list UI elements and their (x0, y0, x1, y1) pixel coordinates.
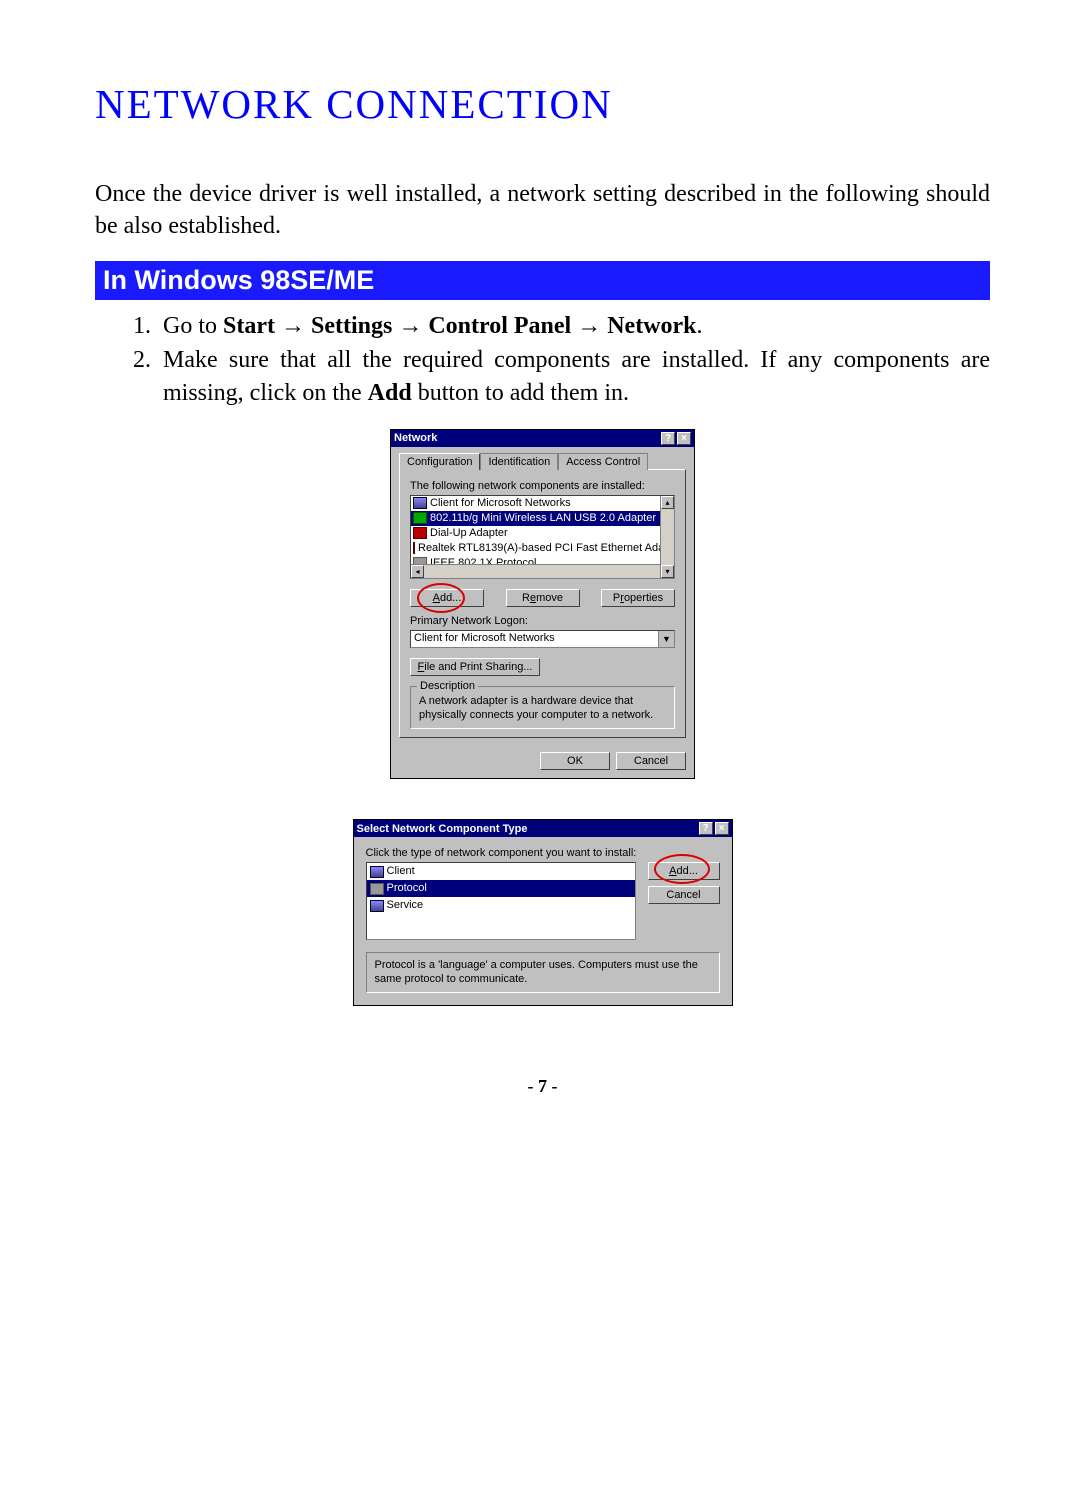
ok-button[interactable]: OK (540, 752, 610, 770)
network-dialog-titlebar: Network ? × (391, 430, 694, 447)
list-item[interactable]: Client (367, 863, 635, 880)
list-item-label: 802.11b/g Mini Wireless LAN USB 2.0 Adap… (430, 511, 656, 526)
dialog-footer: OK Cancel (391, 746, 694, 778)
select-component-prompt: Click the type of network component you … (366, 847, 720, 859)
help-icon[interactable]: ? (699, 822, 713, 835)
select-component-dialog: Select Network Component Type ? × Click … (353, 819, 733, 1005)
page-title: NETWORK CONNECTION (95, 80, 990, 128)
select-component-title: Select Network Component Type (357, 823, 697, 835)
list-item-label: Client for Microsoft Networks (430, 496, 571, 511)
list-item[interactable]: Protocol (367, 880, 635, 897)
list-item-label: Client (387, 863, 415, 880)
scrollbar-vertical[interactable]: ▴▾ (660, 496, 674, 578)
add-button[interactable]: Add... (410, 589, 484, 607)
step-2-add-word: Add (368, 380, 412, 406)
cancel-button[interactable]: Cancel (616, 752, 686, 770)
tab-access-control[interactable]: Access Control (558, 453, 648, 470)
list-item-label: Protocol (387, 880, 427, 897)
tabs: Configuration Identification Access Cont… (399, 453, 686, 470)
component-type-listbox[interactable]: Client Protocol Service (366, 862, 636, 940)
list-item[interactable]: Service (367, 897, 635, 914)
list-item-label: Service (387, 897, 424, 914)
list-item-label: Realtek RTL8139(A)-based PCI Fast Ethern… (418, 541, 675, 556)
adapter-icon (413, 512, 427, 524)
step-1-path: Start → Settings → Control Panel → Netwo… (223, 313, 697, 339)
components-label: The following network components are ins… (410, 480, 675, 492)
client-icon (370, 866, 384, 878)
list-item[interactable]: Realtek RTL8139(A)-based PCI Fast Ethern… (411, 541, 674, 556)
help-icon[interactable]: ? (661, 432, 675, 445)
primary-logon-value: Client for Microsoft Networks (411, 631, 658, 647)
adapter-icon (413, 542, 415, 554)
remove-button[interactable]: Remove (506, 589, 580, 607)
primary-logon-label: Primary Network Logon: (410, 615, 675, 627)
tab-configuration[interactable]: Configuration (399, 453, 480, 470)
tab-pane: The following network components are ins… (399, 469, 686, 739)
list-item[interactable]: Client for Microsoft Networks (411, 496, 674, 511)
select-component-titlebar: Select Network Component Type ? × (354, 820, 732, 837)
close-icon[interactable]: × (677, 432, 691, 445)
primary-logon-dropdown[interactable]: Client for Microsoft Networks ▼ (410, 630, 675, 648)
network-dialog: Network ? × Configuration Identification… (390, 429, 695, 780)
properties-button[interactable]: Properties (601, 589, 675, 607)
add-button-rest: dd... (440, 592, 461, 604)
step-1-prefix: Go to (163, 313, 223, 339)
add-button[interactable]: Add... (648, 862, 720, 880)
description-label: Description (417, 680, 478, 692)
list-item[interactable]: Dial-Up Adapter (411, 526, 674, 541)
intro-paragraph: Once the device driver is well installed… (95, 178, 990, 243)
step-1-suffix: . (697, 313, 703, 339)
close-icon[interactable]: × (715, 822, 729, 835)
step-2-c: button to add them in. (412, 380, 629, 406)
adapter-icon (413, 527, 427, 539)
chevron-down-icon[interactable]: ▼ (658, 631, 674, 647)
list-item[interactable]: 802.11b/g Mini Wireless LAN USB 2.0 Adap… (411, 511, 674, 526)
components-listbox[interactable]: Client for Microsoft Networks 802.11b/g … (410, 495, 675, 579)
service-icon (370, 900, 384, 912)
file-print-sharing-button[interactable]: File and Print Sharing... (410, 658, 540, 676)
scroll-up-icon[interactable]: ▴ (661, 496, 674, 509)
component-description: Protocol is a 'language' a computer uses… (366, 952, 720, 992)
scroll-down-icon[interactable]: ▾ (661, 565, 674, 578)
step-2: Make sure that all the required componen… (157, 344, 990, 409)
list-item-label: Dial-Up Adapter (430, 526, 508, 541)
steps-list: Go to Start → Settings → Control Panel →… (95, 310, 990, 409)
scrollbar-horizontal[interactable]: ◂▸ (411, 564, 660, 578)
cancel-button[interactable]: Cancel (648, 886, 720, 904)
step-1: Go to Start → Settings → Control Panel →… (157, 310, 990, 342)
client-icon (413, 497, 427, 509)
description-text: A network adapter is a hardware device t… (419, 695, 666, 723)
description-group: Description A network adapter is a hardw… (410, 686, 675, 730)
protocol-icon (370, 883, 384, 895)
page-number: - 7 - (95, 1076, 990, 1097)
section-heading: In Windows 98SE/ME (95, 261, 990, 300)
scroll-left-icon[interactable]: ◂ (411, 565, 424, 578)
tab-identification[interactable]: Identification (480, 453, 558, 470)
scroll-right-icon[interactable]: ▸ (647, 578, 660, 579)
network-dialog-title: Network (394, 432, 659, 444)
